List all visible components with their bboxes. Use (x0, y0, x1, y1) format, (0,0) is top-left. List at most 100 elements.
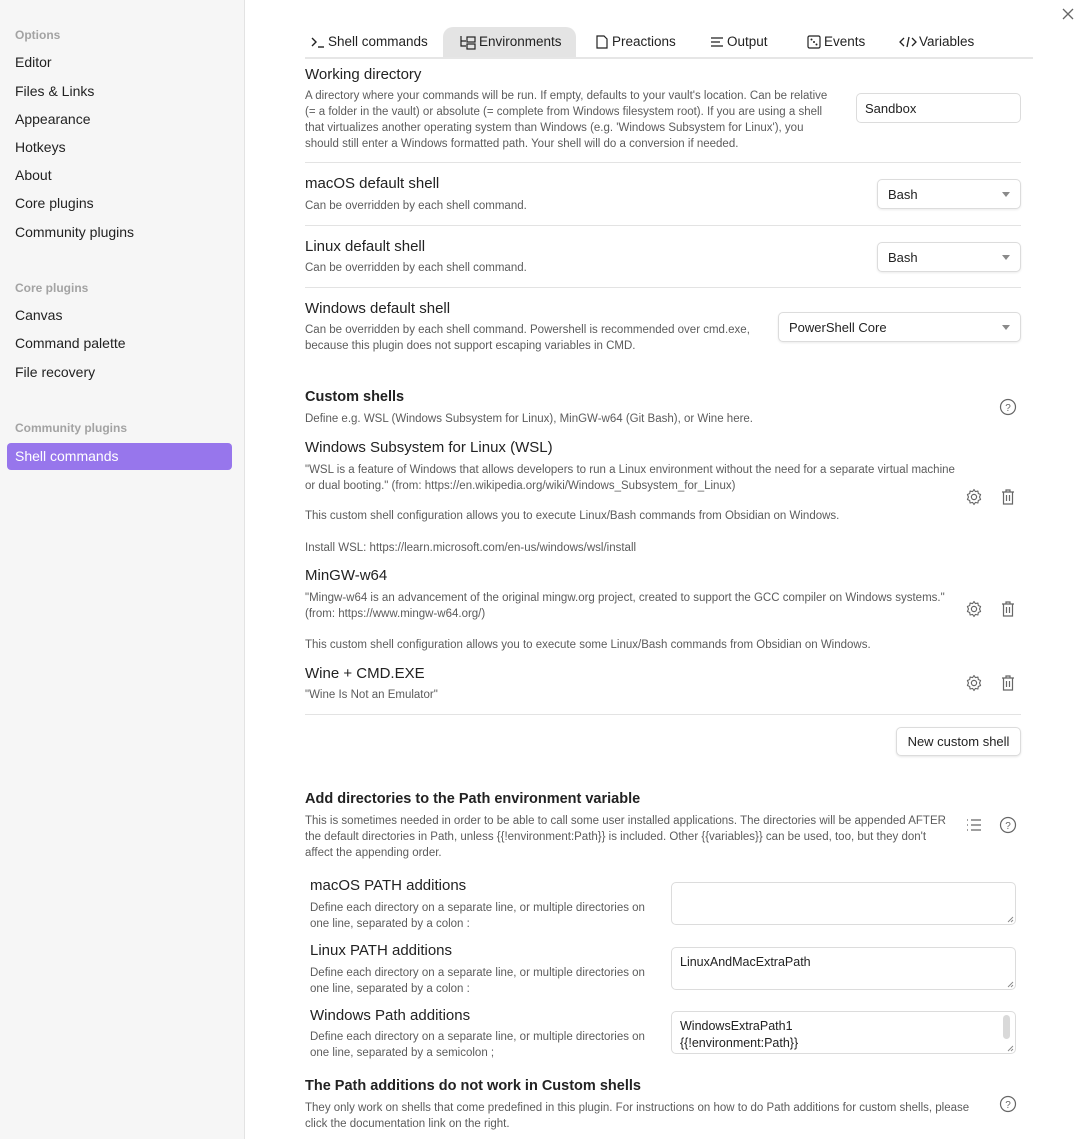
linux-path-label: Linux PATH additions (310, 942, 453, 959)
sidebar-item-community-plugins[interactable]: Community plugins (7, 219, 232, 246)
path-env-heading: Add directories to the Path environment … (305, 791, 641, 807)
sidebar-item-core-plugins[interactable]: Core plugins (7, 190, 232, 217)
wsl-delete-button[interactable] (998, 487, 1018, 507)
tab-label: Events (824, 34, 866, 49)
divider (305, 287, 1021, 288)
code-icon (899, 36, 917, 48)
custom-shells-desc: Define e.g. WSL (Windows Subsystem for L… (305, 413, 754, 425)
trash-icon (1002, 601, 1014, 617)
macos-path-textarea[interactable] (671, 882, 1016, 925)
sidebar-item-about[interactable]: About (7, 162, 232, 189)
sidebar-item-editor[interactable]: Editor (7, 49, 232, 76)
divider (305, 225, 1021, 226)
sidebar-item-command-palette[interactable]: Command palette (7, 330, 232, 357)
wine-shell-desc: "Wine Is Not an Emulator" (305, 689, 438, 701)
linux-path-desc: Define each directory on a separate line… (310, 967, 645, 995)
chevron-down-icon (1002, 191, 1010, 197)
wsl-settings-button[interactable] (964, 487, 984, 507)
macos-path-desc: Define each directory on a separate line… (310, 902, 645, 930)
mingw-settings-button[interactable] (964, 599, 984, 619)
wsl-shell-desc-3: Install WSL: https://learn.microsoft.com… (305, 542, 637, 554)
tab-label: Output (727, 34, 768, 49)
tab-label: Environments (479, 34, 562, 49)
tab-label: Variables (919, 34, 975, 49)
macos-shell-desc: Can be overridden by each shell command. (305, 200, 527, 212)
mingw-shell-desc-2: This custom shell configuration allows y… (305, 639, 871, 651)
linux-path-textarea[interactable]: LinuxAndMacExtraPath (671, 947, 1016, 990)
textarea-scrollbar[interactable] (1003, 1015, 1010, 1039)
trash-icon (1002, 675, 1014, 691)
tab-preactions[interactable]: Preactions (580, 27, 690, 57)
path-env-list-button[interactable] (964, 815, 984, 835)
linux-shell-desc: Can be overridden by each shell command. (305, 262, 527, 274)
sidebar-group-options: Options (15, 28, 61, 42)
wine-delete-button[interactable] (998, 673, 1018, 693)
resize-handle-icon[interactable] (1006, 1044, 1014, 1052)
gear-icon (966, 488, 982, 506)
custom-shells-help-button[interactable]: ? (998, 397, 1018, 417)
divider (305, 162, 1021, 163)
tab-variables[interactable]: Variables (885, 27, 988, 57)
help-circle-icon: ? (999, 816, 1017, 834)
wine-settings-button[interactable] (964, 673, 984, 693)
sidebar-item-canvas[interactable]: Canvas (7, 302, 232, 329)
tab-events[interactable]: Events (792, 27, 879, 57)
tab-output[interactable]: Output (695, 27, 782, 57)
folder-tree-icon (460, 36, 476, 50)
mingw-shell-name: MinGW-w64 (305, 567, 388, 584)
windows-shell-select[interactable]: PowerShell Core (778, 312, 1021, 342)
wsl-shell-name: Windows Subsystem for Linux (WSL) (305, 439, 553, 456)
tab-environments[interactable]: Environments (443, 27, 576, 57)
linux-shell-select[interactable]: Bash (877, 242, 1021, 272)
sidebar-group-core-plugins: Core plugins (15, 281, 89, 295)
windows-path-textarea[interactable]: WindowsExtraPath1 {{!environment:Path}} … (671, 1011, 1016, 1054)
macos-path-label: macOS PATH additions (310, 877, 467, 894)
new-custom-shell-button[interactable]: New custom shell (896, 727, 1021, 756)
mingw-delete-button[interactable] (998, 599, 1018, 619)
sidebar-item-hotkeys[interactable]: Hotkeys (7, 134, 232, 161)
path-custom-note-help-button[interactable]: ? (998, 1094, 1018, 1114)
wsl-shell-desc-2: This custom shell configuration allows y… (305, 510, 840, 522)
path-custom-note-heading: The Path additions do not work in Custom… (305, 1078, 641, 1094)
chevron-down-icon (1002, 324, 1010, 330)
mingw-shell-desc: "Mingw-w64 is an advancement of the orig… (305, 592, 945, 620)
list-icon (967, 819, 981, 831)
windows-shell-value: PowerShell Core (789, 319, 887, 335)
macos-shell-select[interactable]: Bash (877, 179, 1021, 209)
wine-shell-name: Wine + CMD.EXE (305, 665, 425, 682)
wsl-shell-desc: "WSL is a feature of Windows that allows… (305, 464, 955, 492)
help-circle-icon: ? (999, 1095, 1017, 1113)
windows-path-label: Windows Path additions (310, 1007, 471, 1024)
close-icon (1062, 8, 1074, 20)
macos-shell-label: macOS default shell (305, 175, 440, 192)
chevron-down-icon (1002, 254, 1010, 260)
tab-shell-commands[interactable]: Shell commands (296, 27, 442, 57)
trash-icon (1002, 489, 1014, 505)
windows-path-desc: Define each directory on a separate line… (310, 1031, 645, 1059)
linux-shell-label: Linux default shell (305, 238, 426, 255)
sidebar-item-shell-commands[interactable]: Shell commands (7, 443, 232, 470)
macos-shell-value: Bash (888, 186, 918, 202)
close-button[interactable] (1058, 5, 1078, 25)
path-env-desc: This is sometimes needed in order to be … (305, 815, 946, 859)
sidebar-item-files-links[interactable]: Files & Links (7, 78, 232, 105)
working-directory-desc: A directory where your commands will be … (305, 90, 828, 150)
linux-shell-value: Bash (888, 249, 918, 265)
file-icon (596, 35, 608, 49)
windows-shell-label: Windows default shell (305, 300, 451, 317)
custom-shells-heading: Custom shells (305, 389, 405, 405)
tab-bar: Shell commands Environments Preactions O… (305, 27, 1033, 59)
working-directory-input[interactable] (856, 93, 1021, 123)
gear-icon (966, 674, 982, 692)
gear-icon (966, 600, 982, 618)
resize-handle-icon[interactable] (1006, 915, 1014, 923)
working-directory-label: Working directory (305, 66, 422, 83)
path-custom-note-desc: They only work on shells that come prede… (305, 1102, 970, 1130)
sidebar-item-appearance[interactable]: Appearance (7, 106, 232, 133)
svg-text:?: ? (1005, 403, 1011, 414)
sidebar-item-file-recovery[interactable]: File recovery (7, 359, 232, 386)
path-env-help-button[interactable]: ? (998, 815, 1018, 835)
sidebar-group-community-plugins: Community plugins (15, 421, 127, 435)
align-lines-icon (711, 37, 723, 47)
resize-handle-icon[interactable] (1006, 980, 1014, 988)
